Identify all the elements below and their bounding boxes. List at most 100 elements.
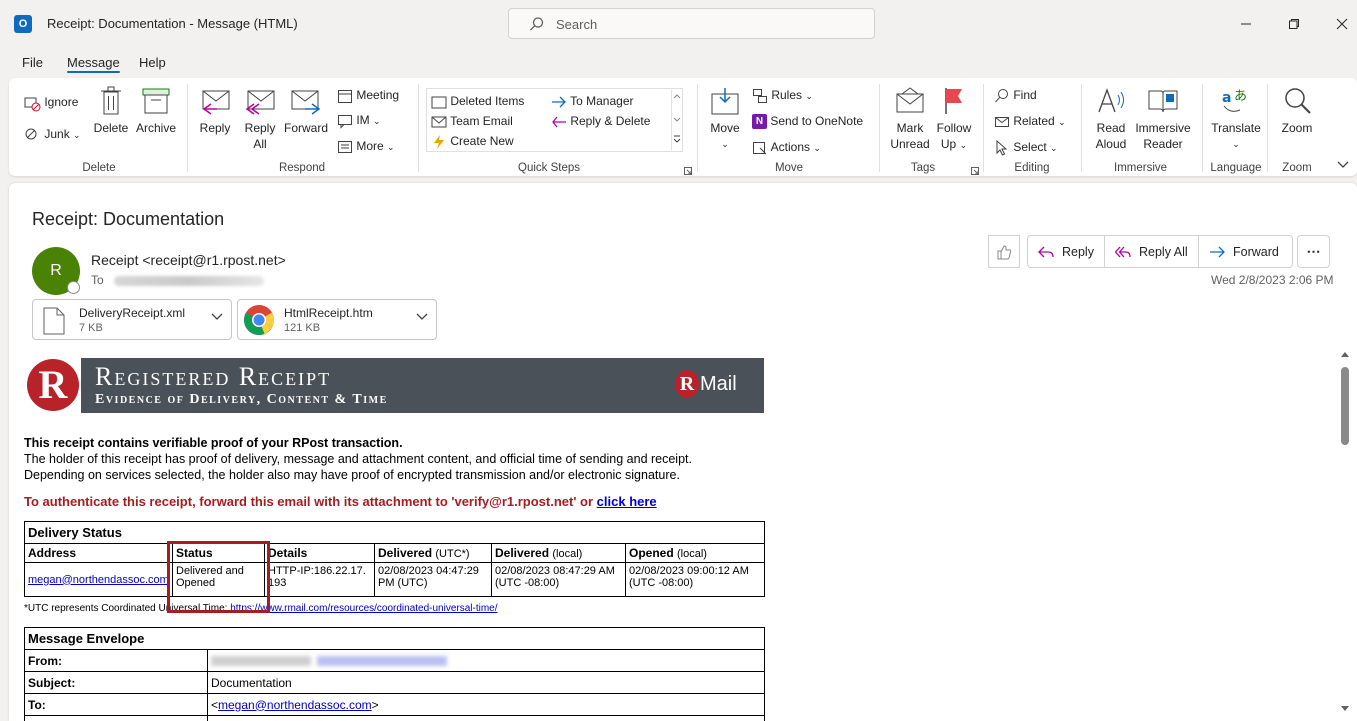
attachment-name: HtmlReceipt.htm	[284, 306, 373, 320]
ignore-button[interactable]: Ignore	[23, 94, 78, 112]
zoom-label: Zoom	[1281, 121, 1313, 135]
banner-title: Registered Receipt	[95, 362, 332, 391]
quick-step-team-email[interactable]: Team Email	[431, 113, 513, 129]
minimize-button[interactable]	[1232, 10, 1260, 38]
actions-dropdown-icon: ⌄	[813, 143, 821, 153]
read-aloud-icon	[1098, 88, 1124, 113]
read-aloud-button[interactable]: Read Aloud	[1090, 86, 1132, 152]
more-respond-button[interactable]: More ⌄	[337, 138, 395, 155]
thumbs-up-icon	[997, 244, 1012, 259]
related-button[interactable]: Related ⌄	[994, 113, 1066, 130]
translate-icon: aあ	[1222, 89, 1247, 112]
ignore-label: Ignore	[44, 95, 79, 110]
scroll-up-icon	[1341, 352, 1349, 357]
tab-help[interactable]: Help	[139, 55, 166, 70]
group-separator	[1267, 84, 1268, 172]
attachment-name: DeliveryReceipt.xml	[79, 306, 186, 320]
ignore-icon	[24, 97, 41, 112]
reply-all-button[interactable]: Reply All	[240, 86, 280, 152]
minimize-icon	[1241, 23, 1251, 25]
group-label-zoom: Zoom	[1282, 162, 1312, 174]
click-here-link[interactable]: click here	[597, 494, 657, 509]
move-button[interactable]: Move ⌄	[706, 86, 744, 152]
quick-step-reply-delete[interactable]: Reply & Delete	[551, 113, 650, 129]
meeting-button[interactable]: Meeting	[337, 87, 399, 104]
find-button[interactable]: Find	[994, 87, 1037, 104]
tags-dialog-launcher[interactable]	[971, 164, 979, 178]
follow-up-button[interactable]: Follow Up ⌄	[933, 86, 975, 153]
group-separator	[187, 84, 188, 172]
delete-button[interactable]: Delete	[92, 86, 130, 136]
im-button[interactable]: IM ⌄	[337, 112, 381, 129]
junk-button[interactable]: Junk ⌄	[23, 126, 81, 144]
reply-button[interactable]: Reply	[195, 86, 235, 136]
immersive-reader-button[interactable]: Immersive Reader	[1134, 86, 1192, 152]
more-actions-button[interactable]: ⋯	[1297, 235, 1330, 268]
scroll-down-icon	[1341, 706, 1349, 711]
related-dropdown-icon: ⌄	[1058, 117, 1066, 127]
translate-button[interactable]: aあ Translate ⌄	[1210, 86, 1262, 152]
archive-button[interactable]: Archive	[133, 86, 179, 136]
search-box[interactable]: Search	[508, 8, 875, 39]
close-icon	[1336, 18, 1348, 30]
actions-button[interactable]: Actions ⌄	[752, 139, 821, 156]
like-button[interactable]	[988, 235, 1020, 268]
restore-button[interactable]	[1280, 10, 1308, 38]
redacted-sender-name	[211, 656, 311, 667]
intro-text-2: Depending on services selected, the hold…	[24, 468, 680, 482]
related-label: Related	[1013, 114, 1055, 128]
scrollbar-thumb[interactable]	[1341, 367, 1349, 445]
quick-step-deleted-items[interactable]: Deleted Items	[431, 93, 524, 109]
ribbon-expand-button[interactable]	[1337, 158, 1349, 172]
quick-steps-dialog-launcher[interactable]	[684, 164, 692, 178]
send-to-onenote-button[interactable]: N Send to OneNote	[752, 113, 863, 130]
quick-steps-scroll[interactable]	[671, 90, 682, 150]
rules-button[interactable]: Rules ⌄	[752, 87, 813, 104]
zoom-button[interactable]: Zoom	[1275, 86, 1319, 136]
reply-arrow-icon	[552, 116, 566, 128]
group-label-move: Move	[774, 162, 804, 174]
attachment-html-receipt[interactable]: HtmlReceipt.htm 121 KB	[237, 299, 437, 340]
group-separator	[879, 84, 880, 172]
forward-button[interactable]: Forward	[283, 86, 329, 136]
forward-action-button[interactable]: Forward	[1198, 235, 1293, 268]
select-button[interactable]: Select ⌄	[994, 139, 1058, 156]
group-separator	[983, 84, 984, 172]
related-icon	[995, 116, 1009, 127]
reply-all-action-button[interactable]: Reply All	[1104, 235, 1199, 268]
to-address-link[interactable]: megan@northendassoc.com	[218, 698, 372, 712]
lightning-icon	[434, 134, 444, 149]
tab-message[interactable]: Message	[67, 55, 120, 70]
group-separator	[1081, 84, 1082, 172]
forward-icon	[291, 90, 321, 115]
close-button[interactable]	[1328, 10, 1356, 38]
reader-label-2: Reader	[1143, 137, 1183, 151]
folder-icon	[431, 96, 447, 109]
quick-step-create-new[interactable]: Create New	[431, 133, 514, 149]
chrome-icon	[243, 305, 275, 336]
details-cell: HTTP-IP:186.22.17.193	[264, 562, 375, 597]
dialog-launcher-icon	[971, 167, 979, 175]
search-icon	[530, 17, 544, 31]
tab-file[interactable]: File	[22, 55, 43, 70]
utc-link[interactable]: https://www.rmail.com/resources/coordina…	[230, 603, 497, 614]
group-label-immersive: Immersive	[1114, 162, 1168, 174]
sender-name[interactable]: Receipt <receipt@r1.rpost.net>	[91, 252, 286, 268]
reply-action-button[interactable]: Reply	[1027, 235, 1105, 268]
intro-heading: This receipt contains verifiable proof o…	[24, 436, 403, 450]
reader-label-1: Immersive	[1135, 121, 1191, 135]
mark-unread-button[interactable]: Mark Unread	[887, 86, 933, 152]
rules-icon	[753, 88, 767, 103]
recipient-address-link[interactable]: megan@northendassoc.com	[28, 574, 169, 586]
attachment-delivery-receipt[interactable]: DeliveryReceipt.xml 7 KB	[32, 299, 232, 340]
mail-icon	[431, 116, 447, 128]
chevron-down-icon[interactable]	[211, 313, 223, 321]
delivered-utc-cell: 02/08/2023 04:47:29 PM (UTC)	[374, 562, 492, 597]
search-placeholder: Search	[556, 17, 598, 32]
move-dropdown-icon: ⌄	[721, 139, 729, 149]
quick-step-to-manager[interactable]: To Manager	[551, 93, 634, 109]
group-label-language: Language	[1210, 162, 1262, 174]
chevron-down-icon[interactable]	[416, 313, 428, 321]
table-row: Subject: Documentation	[24, 671, 765, 694]
trash-icon	[101, 86, 121, 115]
